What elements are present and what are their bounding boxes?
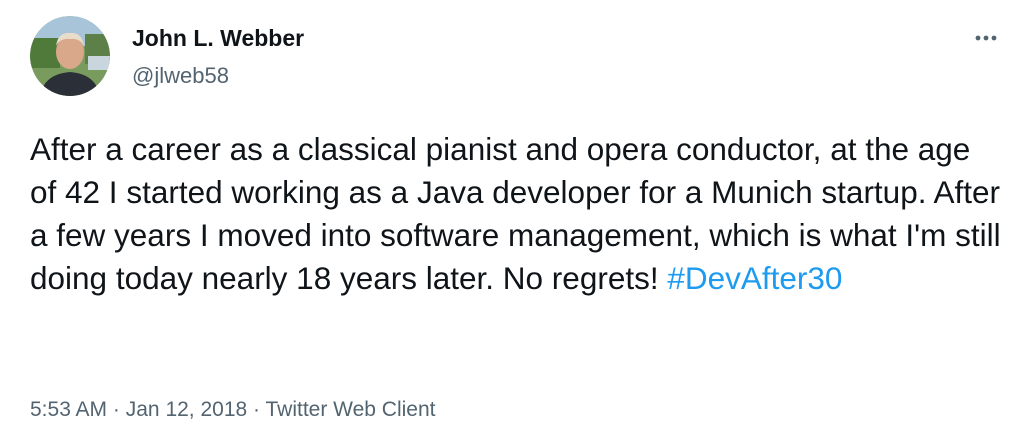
author-display-name[interactable]: John L. Webber: [132, 24, 304, 52]
tweet-author: John L. Webber @jlweb58: [132, 24, 304, 90]
tweet-card: John L. Webber @jlweb58 After a career a…: [0, 0, 1024, 448]
meta-separator: ·: [253, 398, 261, 421]
tweet-date[interactable]: Jan 12, 2018: [126, 398, 247, 421]
tweet-time[interactable]: 5:53 AM: [30, 398, 107, 421]
author-handle[interactable]: @jlweb58: [132, 62, 304, 90]
avatar[interactable]: [30, 16, 110, 96]
meta-separator: ·: [112, 398, 120, 421]
more-options-button[interactable]: [972, 24, 1000, 52]
tweet-metadata: 5:53 AM · Jan 12, 2018 · Twitter Web Cli…: [30, 396, 436, 424]
hashtag-link[interactable]: #DevAfter30: [667, 260, 842, 296]
avatar-photo-icon: [30, 16, 110, 96]
tweet-text: After a career as a classical pianist an…: [30, 128, 1005, 300]
tweet-source: Twitter Web Client: [265, 398, 436, 421]
tweet-body-text: After a career as a classical pianist an…: [30, 131, 1001, 296]
more-horizontal-icon: [975, 35, 997, 41]
